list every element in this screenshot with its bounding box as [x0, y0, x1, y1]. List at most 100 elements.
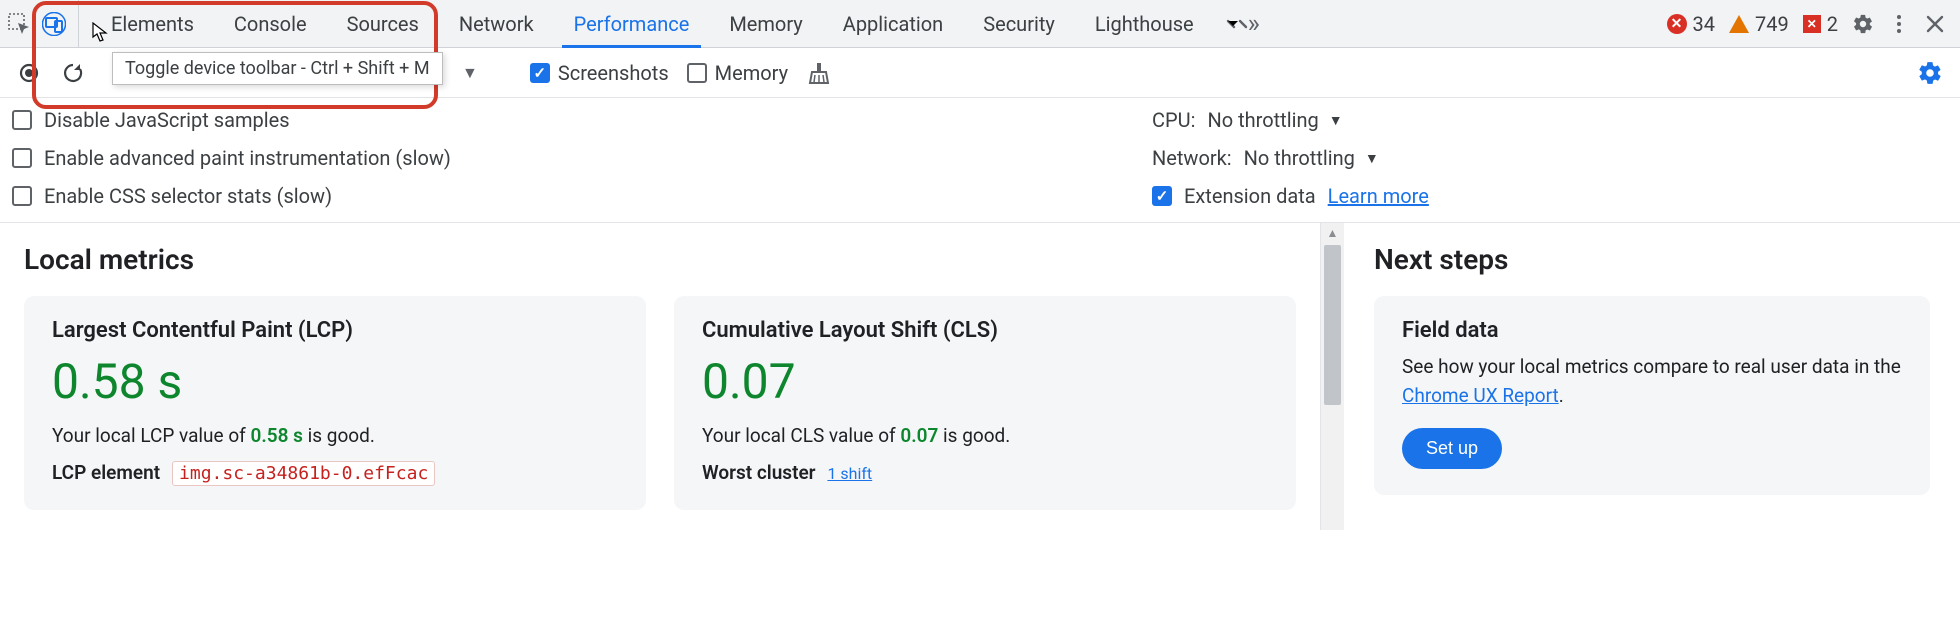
capture-settings-panel: Disable JavaScript samples Enable advanc…: [0, 98, 1960, 223]
cls-value: 0.07: [702, 353, 1268, 410]
screenshots-checkbox-row[interactable]: Screenshots: [530, 61, 669, 85]
network-throttle-value: No throttling: [1244, 146, 1355, 170]
memory-checkbox-row[interactable]: Memory: [687, 61, 788, 85]
lcp-element-label: LCP element: [52, 461, 160, 484]
inspect-element-icon[interactable]: [8, 13, 30, 35]
tab-sources[interactable]: Sources: [327, 0, 439, 47]
field-data-card: Field data See how your local metrics co…: [1374, 296, 1930, 495]
lcp-element-row: LCP element img.sc-a34861b-0.efFcac: [52, 461, 618, 484]
cpu-throttle-value: No throttling: [1207, 108, 1318, 132]
error-icon: ✕: [1667, 14, 1687, 34]
field-data-desc-post: .: [1559, 384, 1564, 407]
chevron-down-icon: ▼: [1365, 150, 1379, 167]
next-steps-title: Next steps: [1374, 243, 1930, 276]
field-data-desc: See how your local metrics compare to re…: [1402, 353, 1902, 410]
capture-settings-left: Disable JavaScript samples Enable advanc…: [12, 108, 1092, 208]
top-left-icon-group: [8, 0, 79, 47]
cpu-throttle-select[interactable]: No throttling ▼: [1207, 108, 1342, 132]
tab-security[interactable]: Security: [963, 0, 1075, 47]
toggle-device-toolbar-icon[interactable]: [40, 10, 68, 38]
network-label: Network:: [1152, 146, 1232, 170]
extension-data-label: Extension data: [1184, 184, 1316, 208]
cls-card: Cumulative Layout Shift (CLS) 0.07 Your …: [674, 296, 1296, 510]
lcp-desc: Your local LCP value of 0.58 s is good.: [52, 424, 618, 447]
cls-desc-post: is good.: [938, 424, 1010, 447]
close-devtools-icon[interactable]: [1924, 13, 1946, 35]
tab-memory[interactable]: Memory: [709, 0, 822, 47]
tab-lighthouse[interactable]: Lighthouse: [1075, 0, 1214, 47]
toolbar-dropdown-caret[interactable]: ▼: [462, 63, 478, 83]
enable-css-checkbox-row[interactable]: Enable CSS selector stats (slow): [12, 184, 1092, 208]
network-throttle-select[interactable]: No throttling ▼: [1244, 146, 1379, 170]
cls-cluster-label: Worst cluster: [702, 461, 816, 484]
vertical-scrollbar[interactable]: ▲: [1320, 223, 1344, 530]
memory-checkbox[interactable]: [687, 63, 707, 83]
chevron-down-icon: ▼: [1329, 112, 1343, 129]
field-data-name: Field data: [1402, 318, 1902, 343]
enable-css-checkbox[interactable]: [12, 186, 32, 206]
tab-console[interactable]: Console: [214, 0, 327, 47]
metric-cards-row: Largest Contentful Paint (LCP) 0.58 s Yo…: [24, 296, 1296, 510]
errors-count: 34: [1693, 12, 1715, 36]
lcp-value: 0.58 s: [52, 353, 618, 410]
tooltip-toggle-device: Toggle device toolbar - Ctrl + Shift + M: [112, 52, 443, 85]
scrollbar-thumb[interactable]: [1324, 245, 1341, 405]
set-up-button[interactable]: Set up: [1402, 428, 1502, 469]
lcp-name: Largest Contentful Paint (LCP): [52, 318, 618, 343]
extension-data-row[interactable]: Extension data Learn more: [1152, 184, 1429, 208]
scrollbar-up-arrow[interactable]: ▲: [1321, 223, 1344, 243]
more-tabs-icon[interactable]: »: [1214, 0, 1268, 47]
cls-cluster-row: Worst cluster 1 shift: [702, 461, 1268, 484]
cpu-throttle-row: CPU: No throttling ▼: [1152, 108, 1429, 132]
tab-application[interactable]: Application: [823, 0, 963, 47]
next-steps-panel: Next steps Field data See how your local…: [1344, 223, 1960, 530]
screenshots-checkbox[interactable]: [530, 63, 550, 83]
issues-count: 2: [1827, 12, 1838, 36]
local-metrics-panel: Local metrics Largest Contentful Paint (…: [0, 223, 1320, 530]
cls-name: Cumulative Layout Shift (CLS): [702, 318, 1268, 343]
disable-js-checkbox-row[interactable]: Disable JavaScript samples: [12, 108, 1092, 132]
learn-more-link[interactable]: Learn more: [1328, 184, 1429, 208]
cls-cluster-link[interactable]: 1 shift: [827, 464, 872, 483]
lcp-desc-pre: Your local LCP value of: [52, 424, 250, 447]
lcp-element-selector[interactable]: img.sc-a34861b-0.efFcac: [172, 461, 435, 486]
devtools-tabs: Elements Console Sources Network Perform…: [91, 0, 1268, 47]
record-icon[interactable]: [16, 60, 42, 86]
cpu-label: CPU:: [1152, 108, 1195, 132]
warnings-badge[interactable]: 749: [1729, 12, 1789, 36]
enable-paint-checkbox[interactable]: [12, 148, 32, 168]
tab-network[interactable]: Network: [439, 0, 554, 47]
collect-garbage-icon[interactable]: [806, 60, 832, 86]
capture-settings-right: CPU: No throttling ▼ Network: No throttl…: [1152, 108, 1429, 208]
cls-desc-val: 0.07: [900, 424, 938, 447]
lcp-card: Largest Contentful Paint (LCP) 0.58 s Yo…: [24, 296, 646, 510]
enable-paint-checkbox-row[interactable]: Enable advanced paint instrumentation (s…: [12, 146, 1092, 170]
cls-desc-pre: Your local CLS value of: [702, 424, 900, 447]
top-right-controls: ✕ 34 749 ✕ 2: [1667, 12, 1952, 36]
capture-settings-gear-icon[interactable]: [1916, 59, 1944, 87]
disable-js-label: Disable JavaScript samples: [44, 108, 290, 132]
network-throttle-row: Network: No throttling ▼: [1152, 146, 1429, 170]
reload-icon[interactable]: [60, 60, 86, 86]
performance-main-content: Local metrics Largest Contentful Paint (…: [0, 223, 1960, 530]
errors-badge[interactable]: ✕ 34: [1667, 12, 1715, 36]
issue-icon: ✕: [1803, 15, 1821, 33]
settings-gear-icon[interactable]: [1852, 13, 1874, 35]
lcp-desc-val: 0.58 s: [250, 424, 302, 447]
issues-badge[interactable]: ✕ 2: [1803, 12, 1838, 36]
tab-performance[interactable]: Performance: [554, 0, 710, 47]
tab-elements[interactable]: Elements: [91, 0, 214, 47]
warnings-count: 749: [1755, 12, 1789, 36]
cls-desc: Your local CLS value of 0.07 is good.: [702, 424, 1268, 447]
enable-css-label: Enable CSS selector stats (slow): [44, 184, 332, 208]
chrome-ux-report-link[interactable]: Chrome UX Report: [1402, 384, 1559, 407]
memory-label: Memory: [715, 61, 788, 85]
more-options-icon[interactable]: [1888, 13, 1910, 35]
warning-icon: [1729, 15, 1749, 33]
local-metrics-title: Local metrics: [24, 243, 1296, 276]
field-data-desc-pre: See how your local metrics compare to re…: [1402, 355, 1901, 378]
devtools-top-bar: Elements Console Sources Network Perform…: [0, 0, 1960, 48]
extension-data-checkbox[interactable]: [1152, 186, 1172, 206]
disable-js-checkbox[interactable]: [12, 110, 32, 130]
enable-paint-label: Enable advanced paint instrumentation (s…: [44, 146, 451, 170]
